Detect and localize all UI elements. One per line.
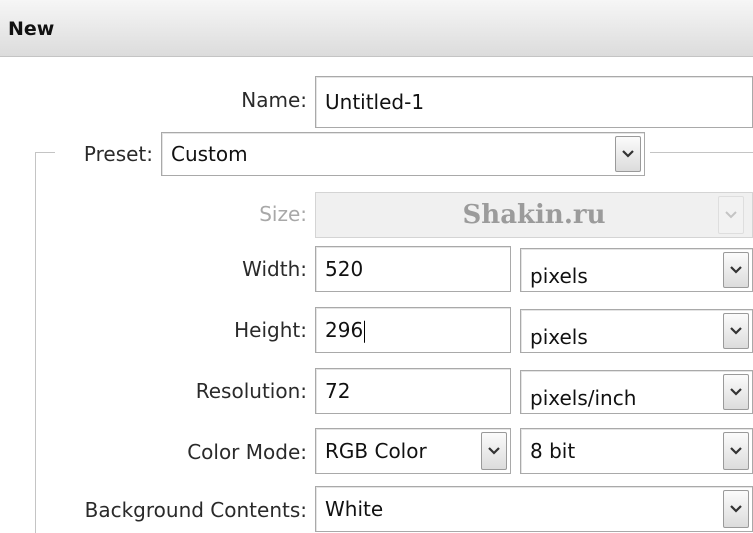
background-contents-label: Background Contents: <box>84 498 307 522</box>
size-label: Size: <box>259 202 307 226</box>
preset-value: Custom <box>171 142 248 166</box>
resolution-value: 72 <box>325 379 351 403</box>
height-label: Height: <box>234 318 307 342</box>
preset-group-top-right <box>650 152 753 153</box>
resolution-label: Resolution: <box>195 379 307 403</box>
bit-depth-select[interactable]: 8 bit <box>520 428 753 474</box>
height-input[interactable]: 296 <box>315 307 511 353</box>
preset-label: Preset: <box>83 142 153 166</box>
width-value: 520 <box>325 257 364 281</box>
width-input[interactable]: 520 <box>315 246 511 292</box>
preset-dropdown-button[interactable] <box>615 136 641 172</box>
resolution-unit-select[interactable]: pixels/inch <box>520 370 753 414</box>
name-value: Untitled-1 <box>325 90 425 114</box>
bit-depth-value: 8 bit <box>530 439 576 463</box>
height-value: 296 <box>325 317 364 342</box>
height-value-wrap: 296 <box>325 317 366 343</box>
height-unit-value: pixels <box>530 325 588 349</box>
height-unit-select[interactable]: pixels <box>520 309 753 353</box>
dialog-title: New <box>8 18 55 40</box>
preset-group-top-left <box>35 152 55 153</box>
preset-select[interactable]: Custom <box>161 132 645 176</box>
background-contents-value: White <box>325 497 384 521</box>
color-mode-value: RGB Color <box>325 439 427 463</box>
width-unit-dropdown-button[interactable] <box>723 252 749 288</box>
width-unit-select[interactable]: pixels <box>520 248 753 292</box>
bit-depth-dropdown-button[interactable] <box>723 432 749 470</box>
width-unit-value: pixels <box>530 264 588 288</box>
dialog-titlebar: New <box>0 0 753 57</box>
preset-group-left <box>35 152 36 533</box>
background-dropdown-button[interactable] <box>723 490 749 528</box>
size-dropdown-button <box>718 196 744 234</box>
background-contents-select[interactable]: White <box>315 486 753 532</box>
width-label: Width: <box>242 257 307 281</box>
color-mode-select[interactable]: RGB Color <box>315 428 511 474</box>
resolution-unit-dropdown-button[interactable] <box>723 374 749 410</box>
resolution-unit-value: pixels/inch <box>530 386 637 410</box>
color-mode-dropdown-button[interactable] <box>481 432 507 470</box>
resolution-input[interactable]: 72 <box>315 368 511 414</box>
watermark-text: Shakin.ru <box>462 200 606 230</box>
name-field[interactable]: Untitled-1 <box>315 76 753 128</box>
height-unit-dropdown-button[interactable] <box>723 313 749 349</box>
name-label: Name: <box>241 88 307 112</box>
size-select: Shakin.ru <box>315 192 753 238</box>
text-caret <box>364 320 366 343</box>
color-mode-label: Color Mode: <box>187 440 307 464</box>
